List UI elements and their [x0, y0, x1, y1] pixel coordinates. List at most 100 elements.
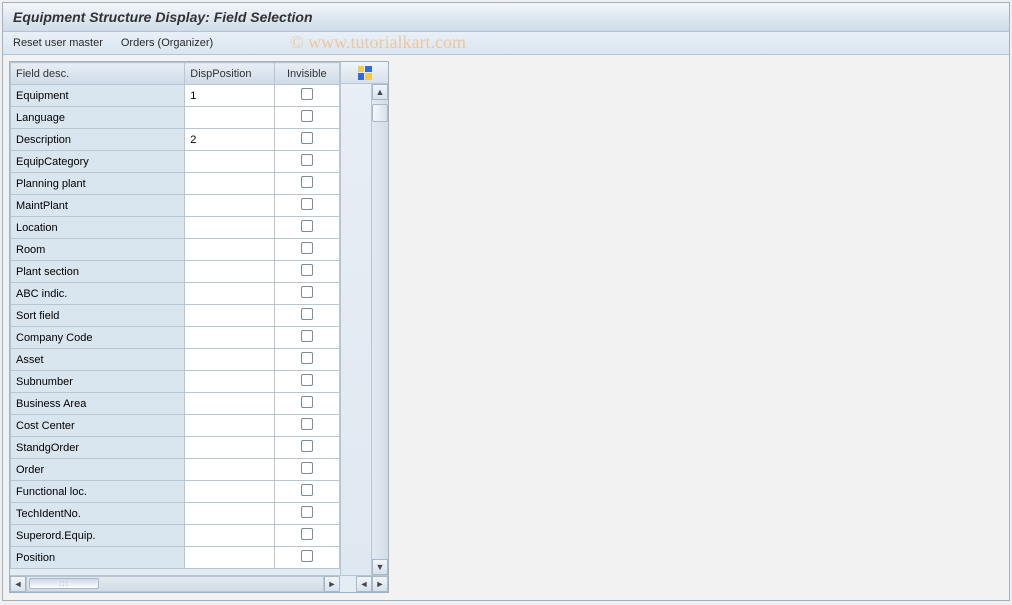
cell-invisible[interactable]	[274, 85, 339, 107]
invisible-checkbox[interactable]	[301, 440, 313, 452]
invisible-checkbox[interactable]	[301, 88, 313, 100]
cell-invisible[interactable]	[274, 283, 339, 305]
cell-field-desc[interactable]: Business Area	[11, 393, 185, 415]
invisible-checkbox[interactable]	[301, 484, 313, 496]
cell-field-desc[interactable]: Cost Center	[11, 415, 185, 437]
cell-disp-position[interactable]	[185, 503, 274, 525]
cell-field-desc[interactable]: TechIdentNo.	[11, 503, 185, 525]
column-config-button[interactable]	[341, 62, 388, 84]
cell-field-desc[interactable]: Superord.Equip.	[11, 525, 185, 547]
invisible-checkbox[interactable]	[301, 176, 313, 188]
cell-invisible[interactable]	[274, 371, 339, 393]
cell-field-desc[interactable]: MaintPlant	[11, 195, 185, 217]
cell-disp-position[interactable]	[185, 217, 274, 239]
cell-field-desc[interactable]: Position	[11, 547, 185, 569]
cell-invisible[interactable]	[274, 481, 339, 503]
vertical-scrollbar[interactable]: ▲ ▼	[371, 84, 388, 575]
cell-disp-position[interactable]	[185, 239, 274, 261]
invisible-checkbox[interactable]	[301, 110, 313, 122]
cell-disp-position[interactable]	[185, 151, 274, 173]
cell-invisible[interactable]	[274, 393, 339, 415]
invisible-checkbox[interactable]	[301, 550, 313, 562]
cell-disp-position[interactable]	[185, 261, 274, 283]
cell-invisible[interactable]	[274, 261, 339, 283]
cell-field-desc[interactable]: Description	[11, 129, 185, 151]
cell-field-desc[interactable]: Functional loc.	[11, 481, 185, 503]
col-header-disp-position[interactable]: DispPosition	[185, 63, 274, 85]
menu-reset-user-master[interactable]: Reset user master	[13, 37, 103, 49]
invisible-checkbox[interactable]	[301, 308, 313, 320]
cell-field-desc[interactable]: Order	[11, 459, 185, 481]
invisible-checkbox[interactable]	[301, 330, 313, 342]
invisible-checkbox[interactable]	[301, 286, 313, 298]
col-header-invisible[interactable]: Invisible	[274, 63, 339, 85]
scroll-up-button[interactable]: ▲	[372, 84, 388, 100]
invisible-checkbox[interactable]	[301, 418, 313, 430]
cell-disp-position[interactable]	[185, 525, 274, 547]
cell-invisible[interactable]	[274, 525, 339, 547]
cell-field-desc[interactable]: Asset	[11, 349, 185, 371]
scroll-left-button-2[interactable]: ◄	[356, 576, 372, 592]
invisible-checkbox[interactable]	[301, 154, 313, 166]
col-header-field-desc[interactable]: Field desc.	[11, 63, 185, 85]
scroll-left-button[interactable]: ◄	[10, 576, 26, 592]
scroll-down-button[interactable]: ▼	[372, 559, 388, 575]
cell-field-desc[interactable]: Company Code	[11, 327, 185, 349]
cell-field-desc[interactable]: Plant section	[11, 261, 185, 283]
cell-field-desc[interactable]: StandgOrder	[11, 437, 185, 459]
cell-invisible[interactable]	[274, 239, 339, 261]
cell-disp-position[interactable]	[185, 415, 274, 437]
cell-field-desc[interactable]: Room	[11, 239, 185, 261]
invisible-checkbox[interactable]	[301, 396, 313, 408]
cell-invisible[interactable]	[274, 195, 339, 217]
cell-invisible[interactable]	[274, 107, 339, 129]
cell-invisible[interactable]	[274, 129, 339, 151]
invisible-checkbox[interactable]	[301, 462, 313, 474]
cell-disp-position[interactable]: 1	[185, 85, 274, 107]
cell-field-desc[interactable]: Planning plant	[11, 173, 185, 195]
cell-disp-position[interactable]	[185, 107, 274, 129]
cell-disp-position[interactable]	[185, 481, 274, 503]
invisible-checkbox[interactable]	[301, 528, 313, 540]
scroll-right-button[interactable]: ►	[324, 576, 340, 592]
invisible-checkbox[interactable]	[301, 132, 313, 144]
menu-orders-organizer[interactable]: Orders (Organizer)	[121, 37, 213, 49]
invisible-checkbox[interactable]	[301, 352, 313, 364]
cell-disp-position[interactable]	[185, 437, 274, 459]
cell-disp-position[interactable]	[185, 327, 274, 349]
invisible-checkbox[interactable]	[301, 198, 313, 210]
horizontal-scrollbar[interactable]: ◄ ::: ►	[10, 576, 340, 592]
vertical-scroll-thumb[interactable]	[372, 104, 388, 122]
cell-field-desc[interactable]: Location	[11, 217, 185, 239]
cell-disp-position[interactable]	[185, 305, 274, 327]
horizontal-scroll-thumb[interactable]: :::	[29, 578, 99, 589]
invisible-checkbox[interactable]	[301, 242, 313, 254]
invisible-checkbox[interactable]	[301, 506, 313, 518]
vertical-scroll-track[interactable]	[372, 100, 388, 559]
invisible-checkbox[interactable]	[301, 220, 313, 232]
cell-field-desc[interactable]: EquipCategory	[11, 151, 185, 173]
cell-disp-position[interactable]	[185, 173, 274, 195]
invisible-checkbox[interactable]	[301, 374, 313, 386]
cell-disp-position[interactable]	[185, 393, 274, 415]
cell-disp-position[interactable]: 2	[185, 129, 274, 151]
cell-field-desc[interactable]: Subnumber	[11, 371, 185, 393]
cell-disp-position[interactable]	[185, 459, 274, 481]
cell-disp-position[interactable]	[185, 195, 274, 217]
cell-field-desc[interactable]: Sort field	[11, 305, 185, 327]
cell-invisible[interactable]	[274, 327, 339, 349]
cell-field-desc[interactable]: ABC indic.	[11, 283, 185, 305]
cell-disp-position[interactable]	[185, 283, 274, 305]
invisible-checkbox[interactable]	[301, 264, 313, 276]
cell-invisible[interactable]	[274, 547, 339, 569]
cell-disp-position[interactable]	[185, 349, 274, 371]
horizontal-scroll-track[interactable]: :::	[26, 576, 324, 592]
cell-invisible[interactable]	[274, 217, 339, 239]
cell-invisible[interactable]	[274, 415, 339, 437]
cell-field-desc[interactable]: Language	[11, 107, 185, 129]
cell-invisible[interactable]	[274, 503, 339, 525]
cell-field-desc[interactable]: Equipment	[11, 85, 185, 107]
cell-invisible[interactable]	[274, 459, 339, 481]
cell-invisible[interactable]	[274, 349, 339, 371]
cell-invisible[interactable]	[274, 151, 339, 173]
